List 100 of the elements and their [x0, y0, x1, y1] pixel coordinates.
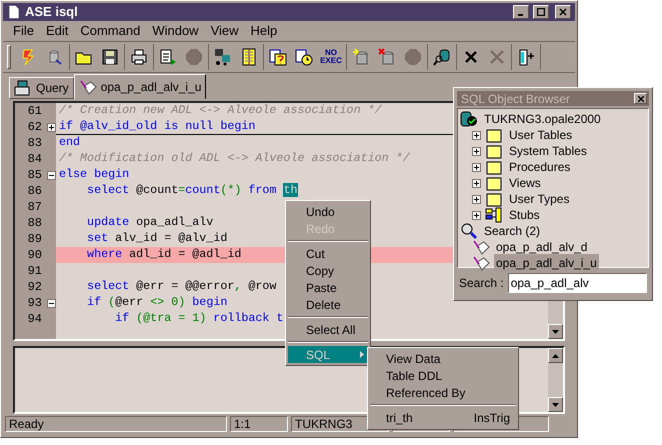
expand-toggle[interactable]	[472, 146, 481, 156]
status-panel: 1:1	[230, 416, 288, 432]
menu-item[interactable]: Paste	[288, 279, 368, 296]
scroll-icon	[472, 254, 490, 272]
keyboard-icon	[14, 79, 32, 97]
toolbar-button[interactable]	[213, 47, 233, 67]
menu-item[interactable]: Undo	[288, 203, 368, 220]
scroll-up-button[interactable]	[548, 348, 563, 363]
line-number: 61	[28, 103, 42, 120]
document-run-icon	[159, 48, 177, 66]
line-number: 86	[28, 183, 42, 200]
toolbar-button[interactable]	[158, 47, 178, 67]
line-number: 88	[28, 215, 42, 232]
menu-item[interactable]: File	[7, 21, 40, 41]
tree-item[interactable]: TUKRNG3.opale2000	[482, 110, 603, 128]
submenu-arrow-icon	[360, 351, 364, 358]
code-line: /* Modification old ADL <-> Alveole association */	[59, 150, 410, 168]
tree-item[interactable]: Procedures	[507, 158, 572, 176]
close-icon	[559, 8, 567, 16]
document-question-icon	[269, 48, 287, 66]
tab[interactable]: opa_p_adl_alv_i_u	[74, 74, 206, 99]
line-number: 90	[28, 247, 42, 264]
code-line: /* Creation new ADL <-> Alveole association */	[59, 103, 382, 120]
line-number: 94	[28, 311, 42, 328]
tree-item[interactable]: User Types	[507, 190, 572, 208]
line-number: 85	[28, 167, 42, 184]
toolbar-button[interactable]	[294, 47, 314, 67]
close-button[interactable]	[634, 93, 647, 104]
code-line: if @alv_id_old is null begin	[59, 118, 256, 135]
code-line: if (@tra = 1) rollback t	[114, 310, 284, 328]
code-line: if (@err <> 0) begin	[86, 294, 228, 312]
line-number: 83	[28, 135, 42, 152]
close-button[interactable]	[555, 5, 571, 19]
save-icon	[101, 48, 119, 66]
computers-icon	[214, 48, 232, 66]
server-icon	[460, 110, 478, 128]
tree-item[interactable]: User Tables	[507, 126, 574, 144]
tree-item[interactable]: opa_p_adl_alv_d	[494, 238, 590, 256]
menu-item[interactable]: Copy	[288, 262, 368, 279]
menu-item[interactable]: Delete	[288, 296, 368, 313]
up-arrow-icon	[552, 354, 559, 358]
menu-item[interactable]: Window	[146, 21, 205, 41]
code-line: where adl_id = @adl_id	[86, 246, 242, 264]
tree-item[interactable]: Views	[507, 174, 543, 192]
maximize-button[interactable]	[533, 5, 549, 19]
trigger-type: InsTrig	[474, 410, 510, 427]
down-arrow-icon	[552, 330, 559, 334]
collapse-toggle[interactable]	[47, 298, 56, 308]
menu-item[interactable]: Cut	[288, 245, 368, 262]
line-number: 87	[28, 199, 42, 216]
scroll-down-button[interactable]	[548, 324, 563, 339]
expand-toggle[interactable]	[472, 130, 481, 140]
menu-item[interactable]: tri_th	[386, 409, 474, 427]
scroll-icon	[78, 78, 97, 96]
code-line: select @err = @@error, @row	[86, 278, 276, 296]
menu-item[interactable]: View	[204, 21, 245, 41]
document-clock-icon	[295, 48, 313, 66]
expand-toggle[interactable]	[472, 194, 481, 204]
line-number: 93	[28, 295, 42, 312]
tree-item[interactable]: Stubs	[507, 206, 542, 224]
expand-toggle[interactable]	[472, 210, 481, 220]
database-new-icon	[352, 48, 370, 66]
menu-item[interactable]: Edit	[40, 21, 74, 41]
tree-item[interactable]: Search (2)	[482, 222, 542, 240]
toolbar-button[interactable]	[432, 47, 452, 67]
scroll-icon	[472, 238, 490, 256]
code-line: set alv_id = @alv_id	[86, 230, 228, 248]
line-number: 84	[28, 151, 42, 168]
document-icon	[7, 5, 21, 19]
expand-toggle[interactable]	[47, 122, 56, 132]
menu-item[interactable]: View Data	[370, 350, 516, 367]
down-arrow-icon	[552, 402, 559, 406]
stop-icon	[185, 48, 203, 66]
toolbar-button[interactable]	[268, 47, 288, 67]
menu-item[interactable]: Referenced By	[370, 384, 516, 401]
minimize-button[interactable]	[513, 5, 529, 19]
menu-item[interactable]: Help	[244, 21, 284, 41]
menu-item[interactable]: Table DDL	[370, 367, 516, 384]
expand-toggle[interactable]	[472, 178, 481, 188]
toolbar-button[interactable]	[100, 47, 120, 67]
code-line: select @count=count(*) from th	[86, 182, 298, 200]
no-exec-button[interactable]: NO EXEC	[320, 49, 342, 65]
toolbar-button[interactable]	[129, 47, 149, 67]
menu-item[interactable]: Select All	[288, 321, 368, 338]
tree-item[interactable]: System Tables	[507, 142, 589, 160]
search-field[interactable]: opa_p_adl_alv	[508, 273, 647, 293]
close-icon	[488, 48, 506, 66]
panel-title: SQL Object Browser	[461, 90, 570, 108]
tree-item[interactable]: opa_p_adl_alv_i_u	[494, 254, 599, 272]
scroll-down-button[interactable]	[548, 397, 563, 412]
expand-toggle[interactable]	[472, 162, 481, 172]
line-number: 91	[28, 263, 42, 280]
code-line: update opa_adl_alv	[86, 214, 214, 232]
maximize-icon	[537, 8, 545, 16]
code-line: else begin	[59, 166, 130, 184]
line-number: 62	[28, 119, 42, 136]
tab[interactable]: Query	[9, 77, 74, 99]
menu-item[interactable]: Command	[74, 21, 146, 41]
collapse-toggle[interactable]	[47, 170, 56, 180]
stop-icon	[404, 48, 422, 66]
